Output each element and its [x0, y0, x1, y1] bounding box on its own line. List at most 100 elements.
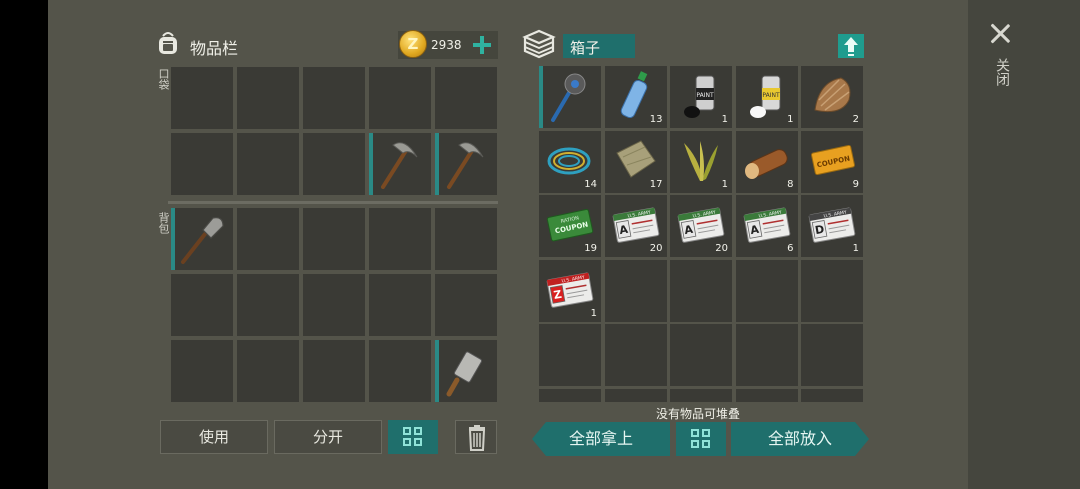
container-slot[interactable]	[670, 259, 732, 322]
sort-container-button[interactable]	[676, 422, 726, 456]
inventory-slot[interactable]	[435, 340, 497, 402]
pockets-label: 口袋	[157, 68, 170, 90]
container-slot[interactable]: PAINT 1	[670, 66, 732, 128]
add-coins-button[interactable]	[470, 33, 494, 57]
item-count: 1	[852, 243, 859, 254]
coin-value: 2938	[431, 38, 462, 52]
container-title: 箱子	[570, 39, 601, 57]
inventory-slot[interactable]	[369, 67, 431, 129]
game-screen: 关闭 物品栏 Z 2938 口袋 背包 使用 分开 箱子 13 PAINT 1 …	[0, 0, 1080, 489]
spiked-club-icon	[551, 73, 586, 122]
container-slot[interactable]	[604, 388, 667, 402]
use-button[interactable]: 使用	[160, 420, 268, 454]
inventory-slot[interactable]	[369, 340, 431, 402]
item-count: 8	[787, 178, 794, 190]
box-icon	[522, 29, 556, 59]
close-icon[interactable]	[984, 18, 1016, 50]
container-slot[interactable]	[604, 259, 667, 322]
container-slot[interactable]	[670, 388, 732, 402]
pickaxe-icon	[381, 142, 418, 189]
item-count: 1	[590, 307, 597, 319]
coin-symbol: Z	[407, 35, 419, 53]
backpack-icon	[159, 32, 177, 54]
item-count: 17	[649, 178, 663, 190]
container-slot[interactable]: RATION COUPON 19	[539, 195, 601, 257]
inventory-slot[interactable]	[171, 208, 233, 270]
inventory-slot[interactable]	[303, 340, 365, 402]
inventory-slot[interactable]	[303, 274, 365, 336]
inventory-slot[interactable]	[237, 67, 299, 129]
container-slot[interactable]: U.S. ARMY A 20	[670, 195, 732, 257]
trash-button[interactable]	[455, 420, 497, 454]
container-slot[interactable]: U.S. ARMY A 20	[604, 195, 667, 257]
split-button[interactable]: 分开	[274, 420, 382, 454]
inventory-slot[interactable]	[369, 274, 431, 336]
container-slot[interactable]: U.S. ARMY Z 1	[539, 259, 601, 322]
backpack-label: 背包	[157, 212, 170, 234]
item-count: 20	[715, 243, 728, 254]
inventory-slot[interactable]	[171, 340, 233, 402]
shovel-icon	[181, 217, 224, 264]
container-slot[interactable]: 14	[539, 130, 601, 193]
container-slot[interactable]: 13	[604, 66, 667, 128]
inventory-slot[interactable]	[435, 208, 497, 270]
container-slot[interactable]	[735, 259, 798, 322]
inventory-slot[interactable]	[237, 340, 299, 402]
container-slot[interactable]	[801, 388, 863, 402]
container-slot[interactable]: PAINT 1	[735, 66, 798, 128]
container-slot[interactable]	[801, 324, 863, 386]
inventory-slot[interactable]	[435, 274, 497, 336]
stack-hint: 没有物品可堆叠	[656, 407, 741, 421]
item-count: 14	[584, 178, 597, 190]
container-slot[interactable]: 2	[801, 66, 863, 128]
container-slot[interactable]	[735, 324, 798, 386]
inventory-slot[interactable]	[303, 208, 365, 270]
inventory-slot[interactable]	[237, 133, 299, 195]
item-count: 9	[852, 178, 859, 190]
sort-inventory-button[interactable]	[388, 420, 438, 454]
container-slot[interactable]	[801, 259, 863, 322]
inventory-slot[interactable]	[171, 67, 233, 129]
take-all-button[interactable]: 全部拿上	[532, 422, 670, 456]
inventory-slot[interactable]	[171, 133, 233, 195]
put-all-button[interactable]: 全部放入	[731, 422, 869, 456]
container-slot[interactable]	[539, 388, 601, 402]
svg-text:PAINT: PAINT	[696, 92, 714, 99]
inventory-slot[interactable]	[435, 133, 497, 195]
container-slot[interactable]	[539, 66, 601, 128]
coin-icon: Z	[399, 30, 427, 58]
inventory-slot[interactable]	[303, 67, 365, 129]
inventory-slot[interactable]	[435, 67, 497, 129]
item-count: 1	[787, 114, 794, 125]
inventory-slot[interactable]	[237, 274, 299, 336]
container-slot[interactable]: 17	[604, 130, 667, 193]
inventory-slot[interactable]	[369, 133, 431, 195]
container-slot[interactable]: U.S. ARMY A 6	[735, 195, 798, 257]
item-count: 13	[649, 114, 663, 125]
svg-text:PAINT: PAINT	[762, 92, 780, 99]
container-slot[interactable]	[670, 324, 732, 386]
inventory-slot[interactable]	[369, 208, 431, 270]
container-slot[interactable]: 1	[670, 130, 732, 193]
container-slot[interactable]	[735, 388, 798, 402]
container-slot[interactable]	[604, 324, 667, 386]
close-label[interactable]: 关闭	[990, 58, 1010, 86]
inventory-slot[interactable]	[171, 274, 233, 336]
item-count: 19	[584, 243, 597, 254]
inventory-slot[interactable]	[303, 133, 365, 195]
item-count: 1	[721, 178, 728, 190]
inventory-slot[interactable]	[237, 208, 299, 270]
item-count: 2	[852, 114, 859, 125]
upload-arrow-icon[interactable]	[838, 34, 864, 58]
item-count: 20	[649, 243, 663, 254]
inventory-title: 物品栏	[190, 39, 239, 58]
cleaver-icon	[446, 351, 483, 397]
grid-icon	[691, 429, 711, 449]
right-side-bar	[968, 0, 1080, 489]
item-count: 6	[787, 243, 794, 254]
container-slot[interactable]: 8	[735, 130, 798, 193]
container-slot[interactable]	[539, 324, 601, 386]
container-slot[interactable]: U.S. ARMY D 1	[801, 195, 863, 257]
section-divider	[168, 201, 498, 204]
container-slot[interactable]: COUPON 9	[801, 130, 863, 193]
